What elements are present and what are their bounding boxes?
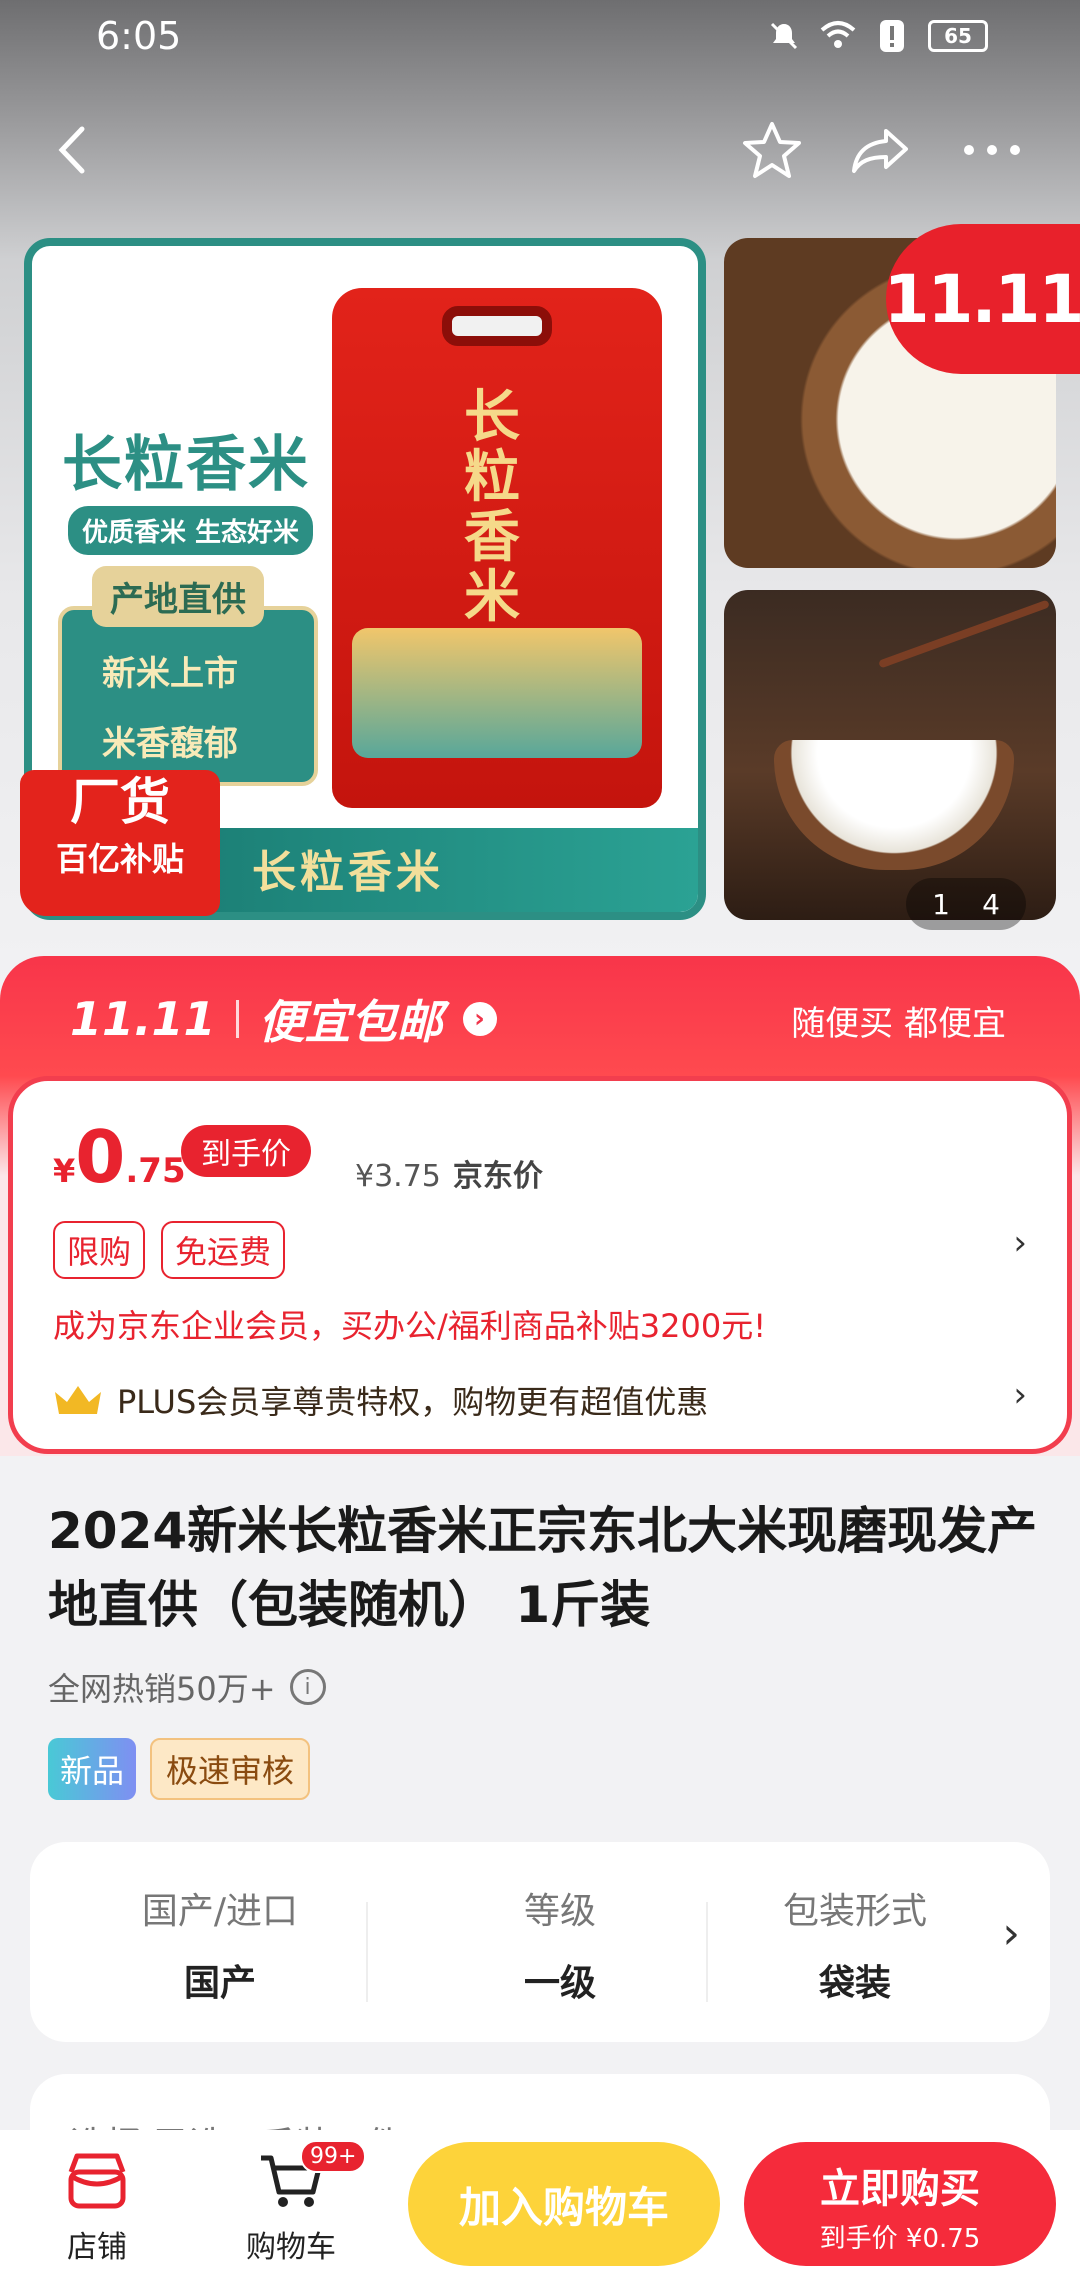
attribute-value: 一级 [523,1963,596,2004]
product-tags: 新品 极速审核 [48,1738,311,1800]
final-price-tag: 到手价 [181,1125,311,1177]
enterprise-member-text[interactable]: 成为京东企业会员，买办公/福利商品补贴3200元! [53,1301,766,1347]
attribute-origin: 国产/进口 国产 [70,1882,370,2006]
back-arrow-icon [58,126,85,174]
store-label: 店铺 [67,2230,127,2265]
image-counter-total: 4 [982,887,1000,921]
status-time: 6:05 [96,14,182,58]
promo-title: 便宜包邮 [258,995,443,1049]
attribute-label: 国产/进口 [141,1891,299,1932]
image-line1-text: 新米上市 [102,654,238,694]
rice-bag-image: 长粒香米 [332,288,662,808]
chip-limit: 限购 [53,1221,146,1279]
attribute-packaging: 包装形式 袋装 [730,1882,980,2006]
chevron-right-icon[interactable]: › [1013,1223,1027,1263]
chevron-right-icon[interactable]: › [1002,1908,1020,1959]
alert-icon [874,18,910,54]
plus-member-text: PLUS会员享尊贵特权，购物更有超值优惠 [117,1383,709,1421]
image-counter: 1 4 [906,878,1026,930]
mute-bell-icon [766,18,802,54]
promo-slogan: 随便买 都便宜 [791,1004,1006,1044]
attribute-divider [366,1902,368,2002]
more-button[interactable] [952,110,1032,190]
sticker-line2: 百亿补贴 [55,840,184,878]
attribute-grade: 等级 一级 [410,1882,710,2006]
tag-fast-review: 极速审核 [150,1738,311,1800]
chevron-right-icon: › [462,1002,497,1036]
buy-now-price: 到手价 ¥0.75 [819,2224,981,2254]
image-line2-text: 米香馥郁 [102,724,238,764]
sticker-line1: 厂货 [70,773,170,831]
nav-bar [0,110,1080,190]
attribute-divider [706,1902,708,2002]
more-dots-icon [964,145,1020,155]
promo-header: 11.11 便宜包邮 › [70,986,497,1052]
battery-icon: 65 [928,20,988,52]
chopstick-graphic [878,599,1050,669]
wifi-icon [820,18,856,54]
status-icons: 65 [766,18,988,54]
store-icon [62,2146,132,2216]
bag-title: 长粒香米 [464,385,520,630]
share-button[interactable] [840,110,920,190]
price-decimal: .75 [125,1151,186,1191]
promo-logo: 11.11 [70,992,216,1046]
product-thumbnail-2[interactable] [724,590,1056,920]
rice-bowl-graphic [774,740,1014,870]
image-bottom-text: 长粒香米 [252,847,444,898]
price-symbol: ¥ [53,1152,76,1190]
plus-member-row[interactable]: PLUS会员享尊贵特权，购物更有超值优惠 [53,1377,708,1423]
buy-now-button[interactable]: 立即购买 到手价 ¥0.75 [744,2142,1056,2266]
image-tag-text: 优质香米 生态好米 [68,506,314,555]
cart-label: 购物车 [246,2230,336,2265]
image-title-text: 长粒香米 [62,430,310,500]
promo-chips[interactable]: 限购 免运费 [53,1221,286,1279]
cart-count-badge: 99+ [300,2140,367,2173]
double-eleven-badge: 11.11 [884,224,1080,374]
bag-handle [442,306,552,346]
chevron-right-icon[interactable]: › [1013,1375,1027,1415]
original-price: ¥3.75 京东价 [355,1151,543,1195]
sales-info: 全网热销50万+ i [48,1664,326,1710]
product-title: 2024新米长粒香米正宗东北大米现磨现发产地直供（包装随机） 1斤装 [48,1502,1038,1634]
image-origin-text: 产地直供 [92,566,264,627]
price-integer: 0 [75,1115,126,1199]
bottom-action-bar: 店铺 99+ 购物车 加入购物车 立即购买 到手价 ¥0.75 [0,2130,1080,2280]
back-button[interactable] [32,110,112,190]
cart-button[interactable]: 99+ 购物车 [216,2140,367,2266]
image-counter-current: 1 [932,887,950,921]
attribute-label: 包装形式 [782,1891,927,1932]
attribute-value: 国产 [183,1963,256,2004]
chip-free-shipping: 免运费 [161,1221,286,1279]
store-button[interactable]: 店铺 [22,2146,172,2266]
buy-now-label: 立即购买 [820,2166,980,2212]
attributes-card[interactable]: 国产/进口 国产 等级 一级 包装形式 袋装 › [30,1842,1050,2042]
tag-new: 新品 [48,1738,137,1800]
sales-text: 全网热销50万+ [48,1670,276,1708]
factory-subsidy-sticker: 厂货 百亿补贴 [20,770,220,916]
crown-icon [55,1386,101,1414]
original-price-value: ¥3.75 [355,1159,441,1194]
promo-divider [235,1000,239,1038]
attribute-value: 袋装 [818,1963,891,2004]
attribute-label: 等级 [523,1891,596,1932]
original-price-label: 京东价 [452,1159,543,1194]
share-icon [852,129,908,173]
star-icon [743,122,801,178]
status-bar: 6:05 65 [0,0,1080,80]
bag-artwork [352,628,642,758]
favorite-button[interactable] [732,110,812,190]
info-icon[interactable]: i [289,1669,326,1705]
add-to-cart-button[interactable]: 加入购物车 [408,2142,720,2266]
price-card: ¥ 0 .75 到手价 ¥3.75 京东价 限购 免运费 › 成为京东企业会员，买… [8,1076,1072,1454]
price-display: ¥ 0 .75 [53,1121,186,1193]
